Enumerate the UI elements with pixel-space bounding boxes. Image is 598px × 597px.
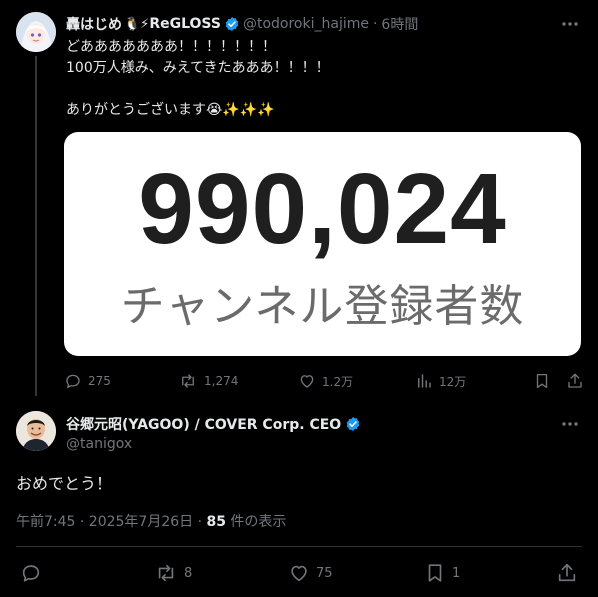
reply-count: 275 [88, 374, 111, 388]
tweet-text-line [66, 79, 566, 100]
more-options-icon[interactable] [560, 414, 580, 434]
share-icon [556, 562, 578, 584]
timestamp[interactable]: 6時間 [381, 14, 418, 34]
bookmark-icon [533, 372, 551, 390]
share-button[interactable] [566, 371, 584, 391]
more-options-icon[interactable] [560, 14, 580, 34]
views-count: 85 [206, 514, 226, 530]
reply-button[interactable]: 275 [64, 371, 111, 391]
share-button[interactable] [556, 562, 578, 584]
avatar[interactable] [16, 12, 56, 52]
separator: · [372, 16, 378, 32]
repost-count: 1,274 [204, 374, 239, 388]
views-label: 件の表示 [225, 514, 287, 530]
bookmark-button[interactable]: 1 [424, 562, 460, 584]
heart-icon [288, 562, 310, 584]
subscriber-count: 990,024 [138, 153, 507, 265]
repost-count: 8 [184, 565, 193, 581]
view-count: 12万 [439, 374, 467, 389]
views-chart-icon [415, 372, 433, 390]
share-icon [566, 372, 584, 390]
tweet-header: 轟はじめ 🐧⚡ ReGLOSS @todoroki_hajime · 6時間 [66, 14, 588, 34]
bookmark-count: 1 [452, 565, 461, 581]
verified-badge-icon [224, 16, 240, 32]
name-emoji: 🐧⚡ [124, 16, 150, 32]
tweet-image[interactable]: 990,024 チャンネル登録者数 [64, 132, 581, 356]
handle[interactable]: @tanigox [66, 436, 132, 452]
display-name-suffix[interactable]: ReGLOSS [149, 16, 221, 32]
tweet-text-line: 100万人様み、みえてきたあああ！！！！ [66, 60, 330, 76]
tweet-text-line: どあああああああ！！！！！！！ [66, 39, 276, 55]
bookmark-icon [424, 562, 446, 584]
like-count: 1.2万 [322, 374, 354, 389]
tweet-meta: 午前7:45 · 2025年7月26日 · 85 件の表示 [16, 511, 286, 531]
reply-icon [20, 562, 42, 584]
repost-icon [178, 372, 198, 390]
heart-icon [298, 372, 316, 390]
verified-badge-icon [345, 416, 361, 432]
reply-button[interactable] [20, 562, 42, 584]
like-button[interactable]: 1.2万 [298, 371, 353, 391]
tweet-text-line: ありがとうございます😭✨✨✨ [66, 102, 275, 118]
repost-icon [154, 562, 178, 584]
handle[interactable]: @todoroki_hajime [243, 16, 369, 32]
repost-button[interactable]: 1,274 [178, 371, 238, 391]
bookmark-button[interactable] [533, 371, 551, 391]
reply-icon [64, 372, 82, 390]
like-count: 75 [316, 565, 333, 581]
tweet-header: 谷郷元昭(YAGOO) / COVER Corp. CEO [66, 414, 361, 434]
display-name[interactable]: 谷郷元昭(YAGOO) / COVER Corp. CEO [66, 414, 341, 434]
thread-line [35, 56, 37, 396]
divider [16, 546, 582, 547]
like-button[interactable]: 75 [288, 562, 333, 584]
subscriber-caption: チャンネル登録者数 [120, 281, 525, 332]
timestamp[interactable]: 午前7:45 · 2025年7月26日 · [16, 514, 207, 530]
repost-button[interactable]: 8 [154, 562, 192, 584]
tweet-text: おめでとう！ [16, 474, 113, 493]
views-button[interactable]: 12万 [415, 371, 466, 391]
display-name[interactable]: 轟はじめ [66, 14, 122, 34]
tweet-text: どあああああああ！！！！！！！ 100万人様み、みえてきたあああ！！！！ ありが… [66, 37, 566, 121]
avatar[interactable] [16, 411, 56, 451]
